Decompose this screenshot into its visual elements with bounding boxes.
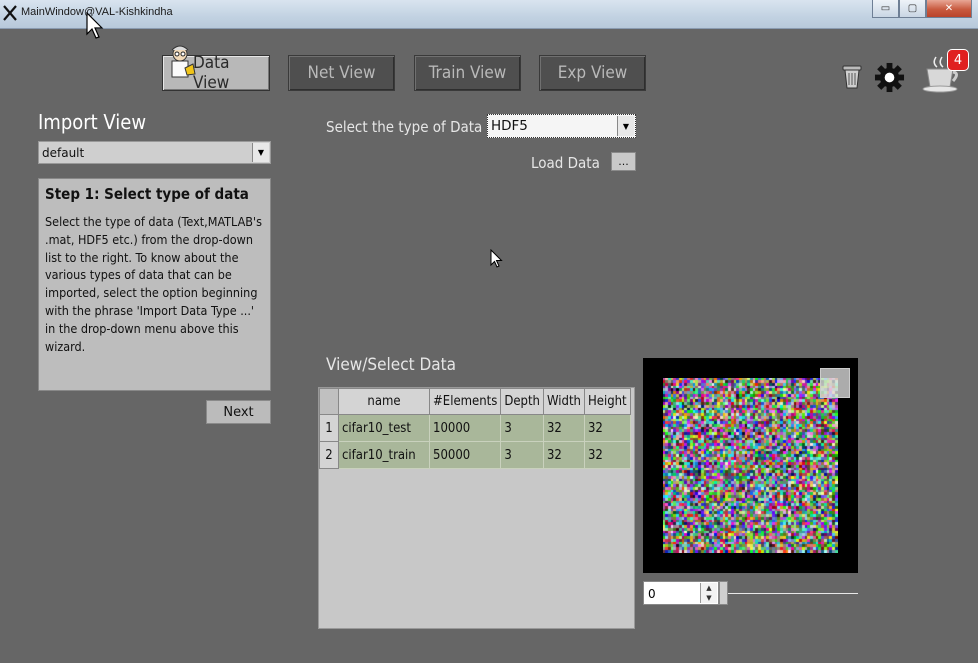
step-description: Select the type of data (Text,MATLAB's .… [45, 214, 262, 354]
cell-name[interactable]: cifar10_train [338, 441, 430, 469]
table-row[interactable]: 2 cifar10_train 50000 3 32 32 [319, 441, 631, 469]
scientist-mascot-icon [171, 45, 196, 78]
chevron-down-icon: ▼ [617, 116, 634, 136]
import-profile-dropdown[interactable]: default ▼ [38, 141, 271, 164]
close-button[interactable]: ✕ [926, 0, 972, 18]
chevron-down-icon: ▼ [252, 143, 269, 162]
minimize-icon: ▭ [880, 3, 891, 14]
cell-elements[interactable]: 50000 [428, 441, 502, 469]
view-select-title: View/Select Data [326, 355, 456, 375]
minimize-button[interactable]: ▭ [872, 0, 899, 18]
cell-elements[interactable]: 10000 [428, 414, 502, 442]
cell-width[interactable]: 32 [542, 441, 585, 469]
cell-name[interactable]: cifar10_test [338, 414, 430, 442]
cell-depth[interactable]: 3 [500, 414, 544, 442]
tab-data-view[interactable]: Data View [162, 45, 270, 93]
tab-train-view[interactable]: Train View [414, 55, 521, 91]
tab-exp-view[interactable]: Exp View [539, 55, 646, 91]
column-header-width[interactable]: Width [542, 388, 585, 415]
data-table: name #Elements Depth Width Height 1 cifa… [318, 387, 635, 629]
image-preview[interactable] [663, 378, 838, 553]
import-view-title: Import View [38, 110, 147, 134]
column-header-name[interactable]: name [338, 388, 430, 415]
tab-data-view-label: Data View [193, 53, 230, 93]
mouse-cursor-icon [86, 12, 104, 39]
import-profile-value: default [42, 146, 85, 160]
notification-badge: 4 [947, 49, 969, 71]
image-index-value: 0 [648, 587, 656, 601]
wizard-step-box: Step 1: Select type of data Select the t… [38, 178, 271, 391]
title-bar: MainWindow@VAL-Kishkindha ▭ ▢ ✕ [0, 0, 978, 29]
maximize-icon: ▢ [907, 3, 918, 14]
tab-net-view-label: Net View [307, 63, 376, 83]
data-type-value: HDF5 [491, 118, 528, 134]
tab-train-view-label: Train View [428, 63, 507, 83]
data-type-label: Select the type of Data [326, 118, 483, 136]
trash-icon[interactable] [841, 63, 863, 89]
close-icon: ✕ [944, 3, 954, 14]
column-header-height[interactable]: Height [583, 388, 631, 415]
tab-exp-view-label: Exp View [557, 63, 628, 83]
tab-net-view[interactable]: Net View [288, 55, 395, 91]
cell-depth[interactable]: 3 [500, 441, 544, 469]
cell-height[interactable]: 32 [583, 414, 631, 442]
slider-handle[interactable] [719, 581, 728, 605]
preview-selection-box[interactable] [820, 368, 850, 398]
column-header-depth[interactable]: Depth [500, 388, 544, 415]
image-index-slider[interactable] [722, 593, 858, 594]
browse-button[interactable]: ... [611, 152, 636, 171]
image-index-spinbox[interactable]: 0 ▲ ▼ [643, 581, 719, 605]
next-button[interactable]: Next [206, 400, 271, 424]
gear-icon[interactable] [874, 62, 905, 93]
cell-width[interactable]: 32 [542, 414, 585, 442]
table-row[interactable]: 1 cifar10_test 10000 3 32 32 [319, 414, 631, 442]
x-app-icon [3, 5, 17, 21]
cell-height[interactable]: 32 [583, 441, 631, 469]
column-header-elements[interactable]: #Elements [428, 388, 502, 415]
step-title: Step 1: Select type of data [45, 185, 249, 203]
table-corner[interactable] [319, 388, 339, 415]
maximize-button[interactable]: ▢ [899, 0, 926, 18]
load-data-label: Load Data [531, 154, 600, 172]
row-index[interactable]: 1 [319, 414, 339, 442]
spin-arrows-icon[interactable]: ▲ ▼ [700, 583, 717, 603]
row-index[interactable]: 2 [319, 441, 339, 469]
mouse-cursor-icon [490, 249, 503, 268]
data-type-dropdown[interactable]: HDF5 ▼ [487, 114, 636, 138]
